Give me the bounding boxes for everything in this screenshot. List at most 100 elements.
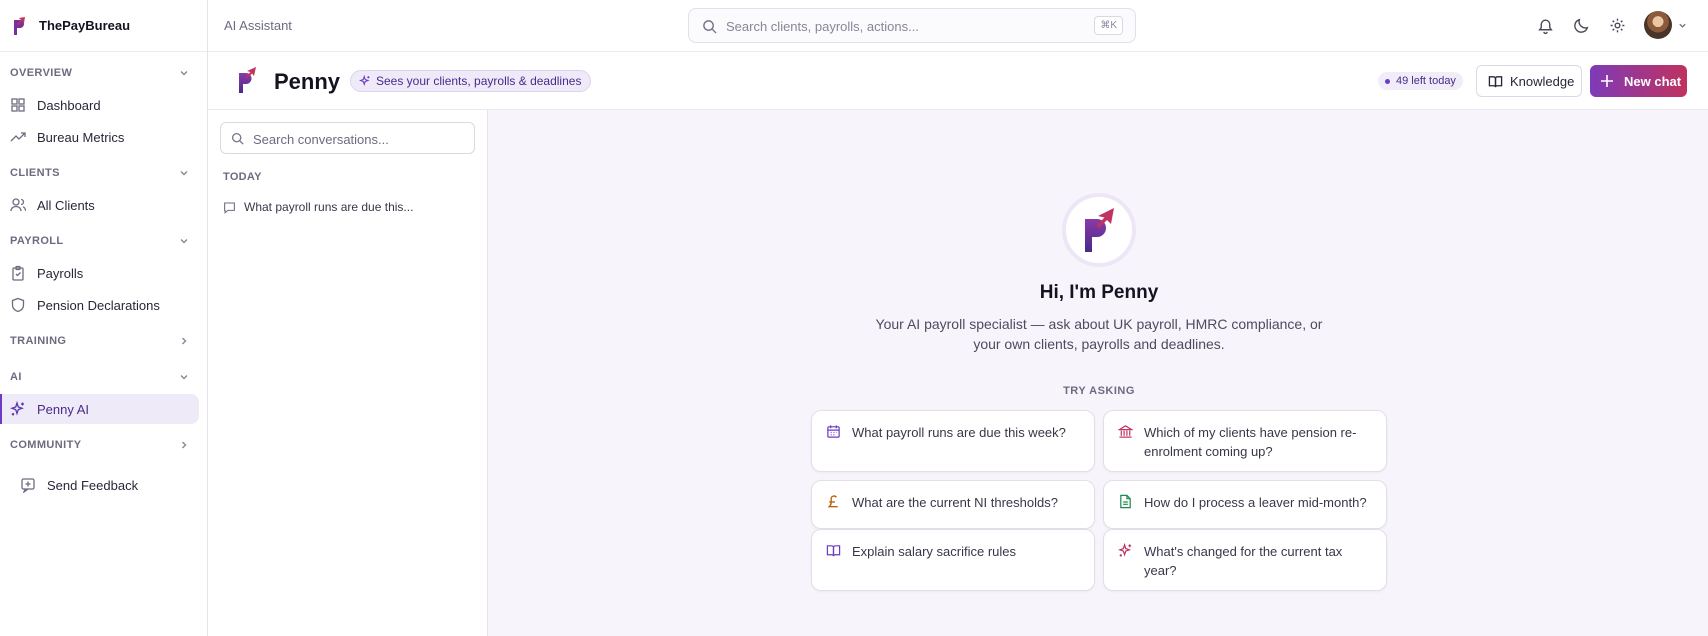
brand-name: ThePayBureau [39,18,131,33]
chevron-down-icon [180,171,188,176]
avatar[interactable] [1644,11,1672,39]
section-label: PAYROLL [10,235,64,247]
suggestion-text: What are the current NI thresholds? [852,495,1058,510]
section-label: CLIENTS [10,167,60,179]
suggestion-text: What payroll runs are due this week? [852,425,1066,440]
page-title: Penny [274,69,341,94]
book-icon [1488,75,1503,87]
global-search-input[interactable]: Search clients, payrolls, actions... ⌘K [688,8,1136,43]
search-placeholder: Search clients, payrolls, actions... [726,19,919,34]
section-label: AI [10,371,22,383]
section-community[interactable]: COMMUNITY [0,430,207,460]
capability-pill: Sees your clients, payrolls & deadlines [350,70,592,92]
suggestion-text: How do I process a leaver mid-month? [1144,495,1367,510]
trend-icon [10,132,26,142]
chevron-right-icon [182,441,187,449]
hero-subtitle: Your AI payroll specialist — ask about U… [875,316,1323,352]
hero-title: Hi, I'm Penny [1039,282,1159,303]
feedback-label: Send Feedback [47,477,139,493]
suggestion-text: Explain salary sacrifice rules [852,544,1017,559]
sparkle-icon [10,401,24,416]
knowledge-button-label: Knowledge [1510,73,1575,89]
brand[interactable]: ThePayBureau [0,0,207,52]
suggestion-card[interactable]: What's changed for the current tax year? [1103,529,1387,591]
suggestion-card[interactable]: How do I process a leaver mid-month? [1103,480,1387,529]
suggestion-card[interactable]: Which of my clients have pension re-enro… [1103,410,1387,472]
penny-logo-icon [239,67,256,93]
conversation-search-input[interactable]: Search conversations... [220,122,475,154]
section-label: COMMUNITY [10,439,82,451]
users-icon [10,198,26,212]
chevron-down-icon [180,71,188,76]
sidebar-item-label: Penny AI [37,401,90,417]
chat-main: Hi, I'm Penny Your AI payroll specialist… [488,110,1708,636]
section-label: OVERVIEW [10,67,73,79]
search-shortcut: ⌘K [1094,16,1123,35]
suggestion-card[interactable]: What payroll runs are due this week? [811,410,1095,472]
sidebar-item-pension-declarations[interactable]: Pension Declarations [0,290,199,320]
clipboard-icon [12,265,24,281]
penny-logo-icon [1085,208,1114,252]
conversation-search-placeholder: Search conversations... [253,132,389,147]
status-dot [1385,78,1390,84]
penny-header: Penny Sees your clients, payrolls & dead… [208,52,1708,110]
sidebar-item-penny-ai[interactable]: Penny AI [0,394,199,424]
conversation-item[interactable]: What payroll runs are due this... [223,200,413,214]
sidebar-item-label: Pension Declarations [37,297,160,313]
penny-avatar [1062,193,1136,267]
chevron-down-icon [180,239,188,244]
document-icon [1120,494,1131,509]
knowledge-button[interactable]: Knowledge [1476,65,1582,97]
shield-icon [11,297,25,313]
section-overview[interactable]: OVERVIEW [0,58,207,88]
sidebar-item-payrolls[interactable]: Payrolls [0,258,199,288]
search-icon [703,20,717,34]
capability-pill-label: Sees your clients, payrolls & deadlines [376,74,582,88]
new-chat-button[interactable]: New chat [1590,65,1687,97]
sidebar-item-label: All Clients [37,197,95,213]
sidebar-item-all-clients[interactable]: All Clients [0,190,199,220]
usage-badge-label: 49 left today [1396,75,1456,87]
chat-bubble-icon [224,202,235,214]
section-label: TRAINING [10,335,67,347]
plus-icon [1601,75,1613,87]
section-payroll[interactable]: PAYROLL [0,226,207,256]
sidebar-item-bureau-metrics[interactable]: Bureau Metrics [0,122,199,152]
section-training[interactable]: TRAINING [0,326,207,356]
conversations-panel: Search conversations... TODAY What payro… [208,110,488,636]
sidebar-item-label: Payrolls [37,265,84,281]
sidebar-item-dashboard[interactable]: Dashboard [0,90,199,120]
sparkle-icon [1118,543,1132,557]
usage-badge: 49 left today [1378,72,1463,90]
suggestion-text: Which of my clients have pension re-enro… [1144,425,1357,459]
gear-icon[interactable] [1609,17,1626,34]
new-chat-button-label: New chat [1624,73,1682,89]
pound-icon [827,495,838,508]
suggestion-card[interactable]: What are the current NI thresholds? [811,480,1095,529]
brand-logo-icon [14,16,25,35]
sidebar: ThePayBureau OVERVIEW Dashboard Bureau M… [0,0,208,636]
moon-icon[interactable] [1573,17,1590,34]
bell-icon[interactable] [1537,17,1554,34]
chevron-down-icon [180,375,188,380]
search-icon [231,132,244,145]
topbar: AI Assistant Search clients, payrolls, a… [208,0,1708,52]
breadcrumb: AI Assistant [224,18,292,33]
chevron-right-icon [182,337,187,345]
book-icon [826,545,841,557]
sidebar-item-label: Bureau Metrics [37,129,125,145]
section-ai[interactable]: AI [0,362,207,392]
suggestion-card[interactable]: Explain salary sacrifice rules [811,529,1095,591]
grid-icon [11,98,25,112]
send-feedback-button[interactable]: Send Feedback [0,470,199,500]
conversation-item-title: What payroll runs are due this... [244,200,414,214]
sidebar-item-label: Dashboard [37,97,101,113]
try-asking-label: TRY ASKING [1063,385,1135,397]
bank-icon [1118,425,1133,438]
conversation-group-label: TODAY [223,171,262,183]
chevron-down-icon[interactable] [1678,21,1687,30]
section-clients[interactable]: CLIENTS [0,158,207,188]
calendar-icon [827,425,840,438]
suggestion-text: What's changed for the current tax year? [1144,544,1343,578]
feedback-icon [21,478,35,493]
